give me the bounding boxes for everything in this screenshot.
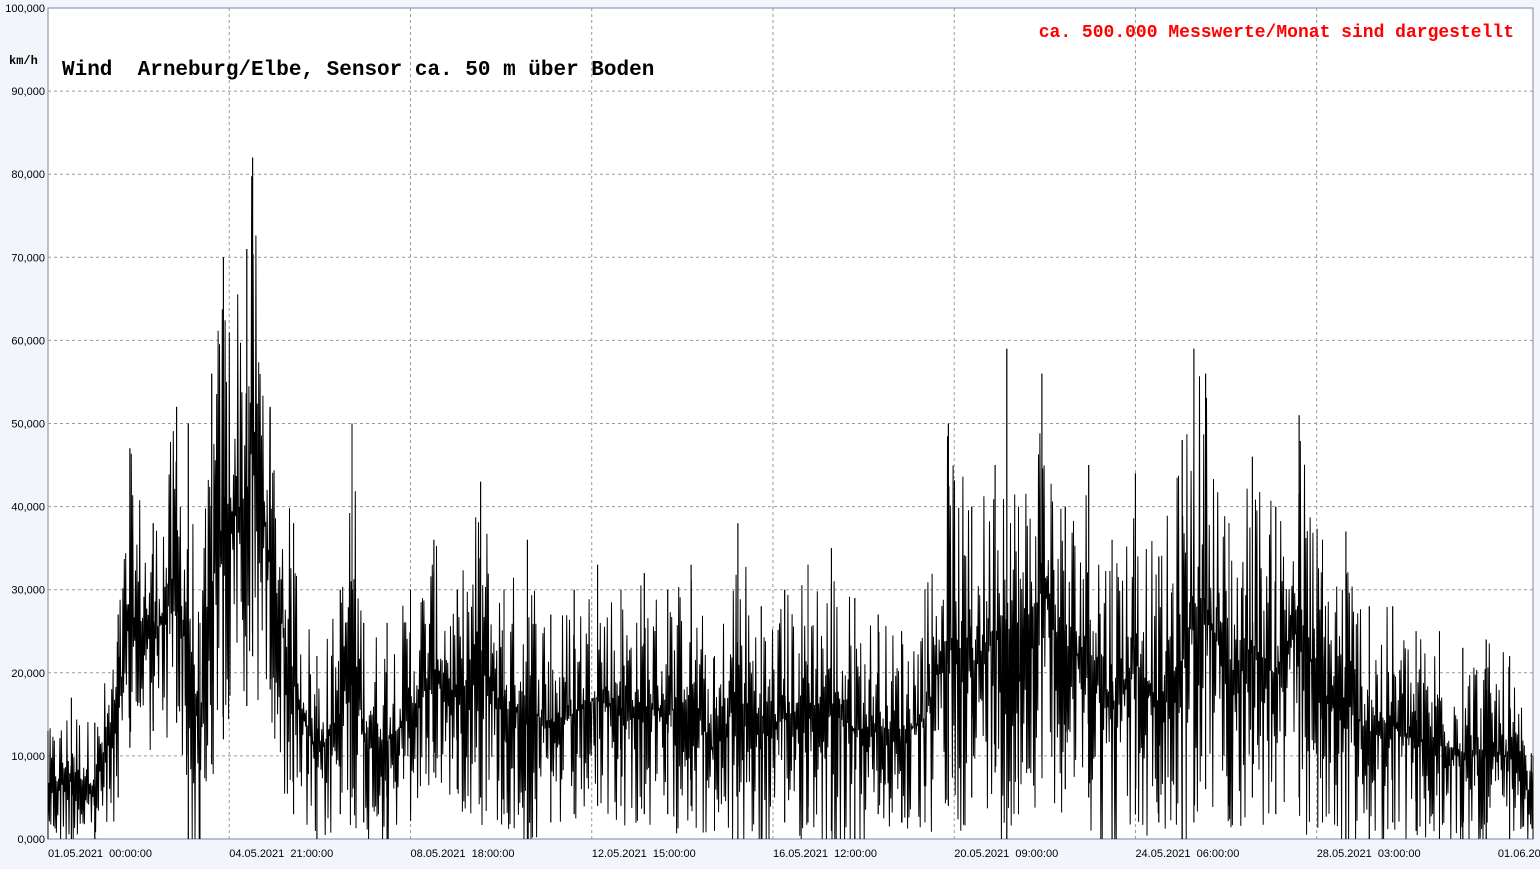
x-axis-ticks: 01.05.2021 00:00:00 04.05.2021 21:00:00 08… (48, 848, 1540, 860)
y-tick-label: 90,000 (11, 86, 45, 98)
x-tick-label: 16.05.2021 12:00:00 (773, 848, 877, 860)
y-tick-label: 30,000 (11, 585, 45, 597)
y-tick-label: 10,000 (11, 751, 45, 763)
x-tick-label: 08.05.2021 18:00:00 (410, 848, 514, 860)
y-tick-label: 20,000 (11, 668, 45, 680)
y-axis-label: km/h (9, 54, 38, 68)
y-tick-label: 80,000 (11, 169, 45, 181)
chart-title: Wind Arneburg/Elbe, Sensor ca. 50 m über… (62, 59, 654, 82)
y-tick-label: 70,000 (11, 252, 45, 264)
chart-annotation: ca. 500.000 Messwerte/Monat sind dargest… (1039, 23, 1514, 43)
y-tick-label: 100,000 (5, 3, 45, 15)
chart-canvas: 0,000 10,000 20,000 30,000 40,000 50,000 60,00… (0, 0, 1540, 864)
x-tick-label: 28.05.2021 03:00:00 (1317, 848, 1421, 860)
wind-chart: 0,000 10,000 20,000 30,000 40,000 50,000 60,00… (0, 0, 1540, 864)
x-tick-label: 12.05.2021 15:00:00 (592, 848, 696, 860)
x-tick-label: 24.05.2021 06:00:00 (1135, 848, 1239, 860)
y-tick-label: 60,000 (11, 335, 45, 347)
y-tick-label: 40,000 (11, 502, 45, 514)
y-tick-label: 50,000 (11, 419, 45, 431)
x-tick-label: 01.05.2021 00:00:00 (48, 848, 152, 860)
x-tick-label: 01.06.2021 00:00:00 (1498, 848, 1540, 860)
y-tick-label: 0,000 (17, 834, 45, 846)
x-tick-label: 20.05.2021 09:00:00 (954, 848, 1058, 860)
x-tick-label: 04.05.2021 21:00:00 (229, 848, 333, 860)
